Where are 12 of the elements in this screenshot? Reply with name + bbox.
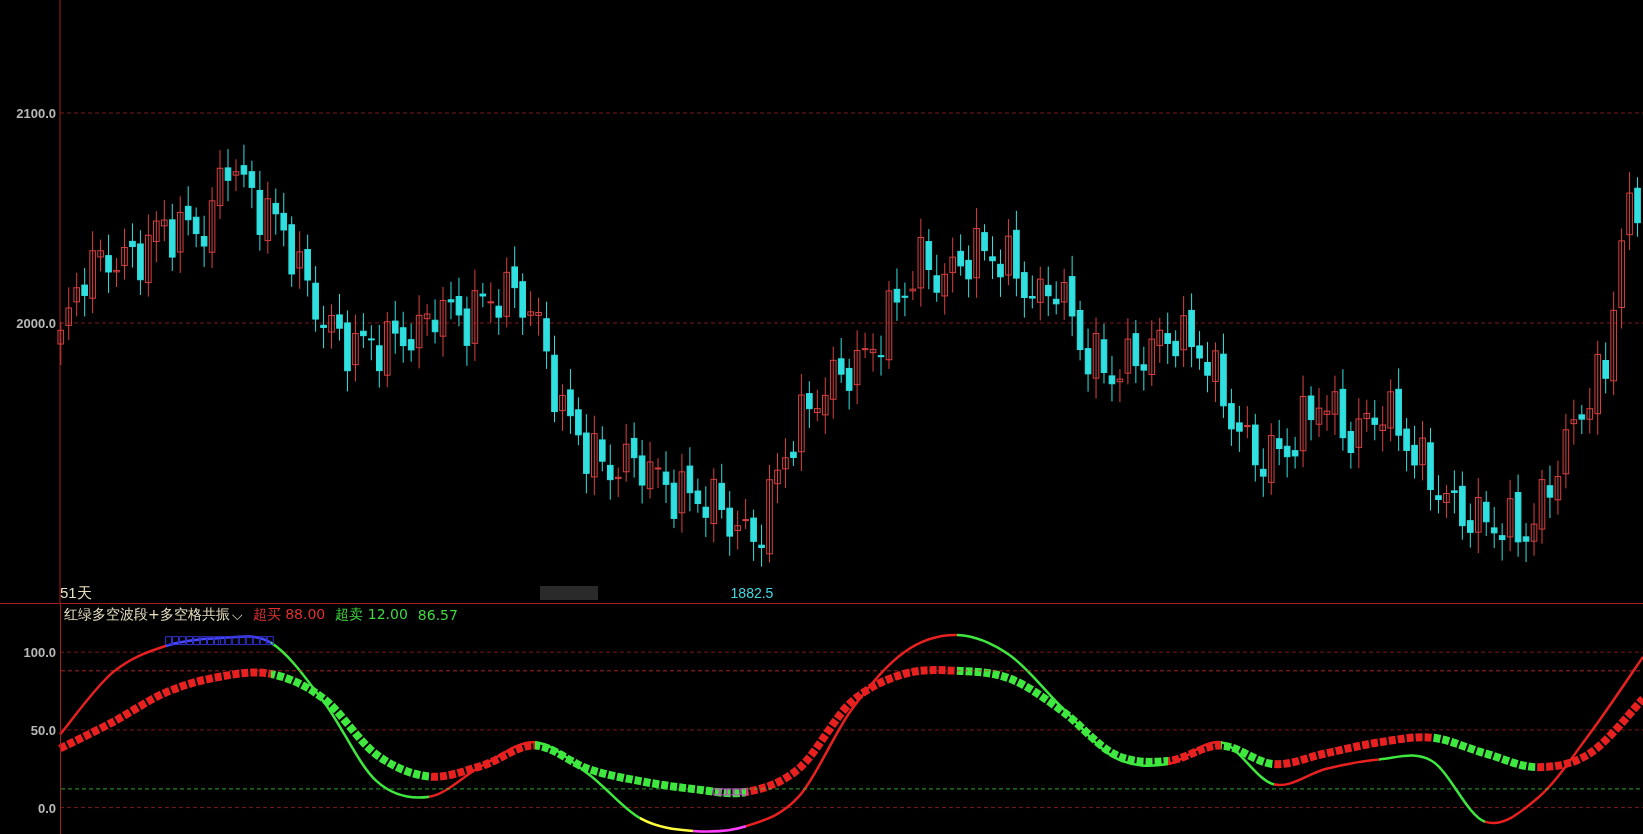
period-label: 51天 xyxy=(60,584,92,601)
axis-label: 2100.0 xyxy=(16,106,56,121)
axis-label: 0.0 xyxy=(37,800,56,816)
axis-label: 100.0 xyxy=(23,645,56,661)
axis-label: 50.0 xyxy=(30,722,56,738)
caret-icon: ⌵ xyxy=(231,606,243,624)
low-price-label: 1882.5 xyxy=(730,585,774,601)
indicator-dropdown[interactable]: 红绿多空波段+多空格共振⌵ xyxy=(64,606,243,624)
indicator-reading: 超买 88.00 xyxy=(252,606,326,624)
indicator-reading: 超卖 12.00 xyxy=(335,606,408,624)
axis-label: 2000.0 xyxy=(16,316,56,331)
indicator-reading: 86.57 xyxy=(417,607,458,623)
